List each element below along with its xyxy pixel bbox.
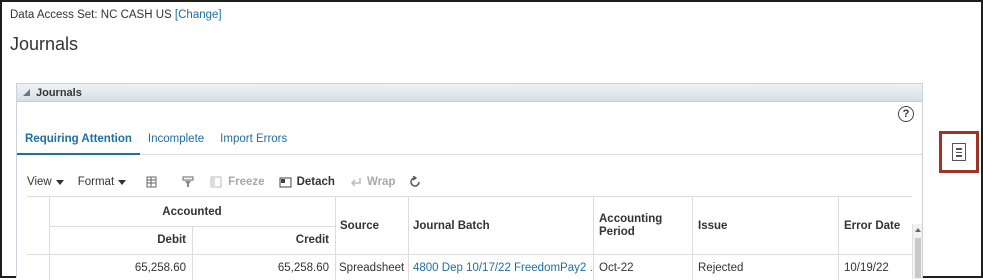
freeze-icon — [210, 176, 222, 188]
vertical-scrollbar[interactable] — [912, 224, 922, 279]
data-access-label: Data Access Set: — [10, 9, 98, 21]
view-menu[interactable]: View — [27, 176, 64, 188]
column-group-accounted: Accounted — [162, 205, 222, 218]
freeze-button[interactable]: Freeze — [210, 176, 265, 188]
refresh-button[interactable] — [409, 176, 427, 188]
cell-error-date: 10/19/22 — [844, 261, 889, 274]
panel-header[interactable]: Journals — [17, 84, 922, 102]
detach-icon — [279, 177, 292, 188]
column-header-accounting-period[interactable]: Accounting Period — [593, 197, 692, 254]
column-header-issue[interactable]: Issue — [692, 197, 838, 254]
refresh-icon — [410, 176, 421, 187]
journals-panel: Journals ? Requiring Attention Incomplet… — [16, 83, 923, 280]
format-menu[interactable]: Format — [77, 176, 127, 188]
filter-button[interactable] — [182, 176, 200, 188]
column-header-journal-batch[interactable]: Journal Batch — [408, 197, 593, 254]
filter-icon — [182, 176, 194, 187]
page-title: Journals — [10, 34, 79, 54]
document-icon — [952, 143, 966, 161]
column-header-error-date[interactable]: Error Date — [838, 197, 912, 254]
wrap-icon — [350, 178, 361, 187]
view-menu-label: View — [27, 176, 52, 188]
side-panel-toggle-button[interactable] — [939, 131, 979, 173]
cell-source: Spreadsheet — [339, 261, 405, 274]
cell-credit: 65,258.60 — [277, 261, 329, 274]
data-access-value: NC CASH US — [100, 9, 172, 21]
column-header-credit[interactable]: Credit — [192, 226, 335, 254]
wrap-label: Wrap — [366, 176, 396, 188]
journal-batch-link[interactable]: 4800 Dep 10/17/22 FreedomPay2 … — [408, 255, 593, 280]
panel-title: Journals — [36, 86, 82, 99]
scrollbar-thumb[interactable] — [915, 238, 921, 278]
cell-debit: 65,258.60 — [134, 261, 186, 274]
data-access-set: Data Access Set: NC CASH US [Change] — [10, 9, 222, 21]
help-icon[interactable]: ? — [898, 106, 914, 122]
column-header-source[interactable]: Source — [335, 197, 408, 254]
freeze-label: Freeze — [228, 176, 265, 188]
query-by-example-icon — [146, 176, 157, 188]
tab-incomplete[interactable]: Incomplete — [140, 131, 212, 155]
wrap-button[interactable]: Wrap — [349, 176, 396, 188]
format-menu-label: Format — [77, 176, 115, 188]
cell-issue: Rejected — [698, 261, 744, 274]
chevron-down-icon — [55, 179, 64, 185]
column-header-debit[interactable]: Debit — [49, 226, 192, 254]
table-toolbar: View Format Freeze Detach Wrap — [27, 173, 441, 191]
tab-import-errors[interactable]: Import Errors — [212, 131, 295, 155]
detach-label: Detach — [296, 176, 335, 188]
triangle-collapse-icon[interactable] — [23, 89, 30, 96]
detach-button[interactable]: Detach — [279, 176, 335, 188]
tab-bar: Requiring Attention Incomplete Import Er… — [17, 131, 922, 155]
tab-requiring-attention[interactable]: Requiring Attention — [17, 131, 140, 155]
scroll-up-icon[interactable] — [915, 228, 921, 232]
chevron-down-icon — [118, 179, 127, 185]
change-data-access-link[interactable]: [Change] — [175, 9, 222, 21]
journals-table: Accounted Debit Credit Source Journal Ba… — [27, 196, 912, 280]
cell-accounting-period: Oct-22 — [599, 261, 634, 274]
query-by-example-button[interactable] — [146, 176, 164, 188]
